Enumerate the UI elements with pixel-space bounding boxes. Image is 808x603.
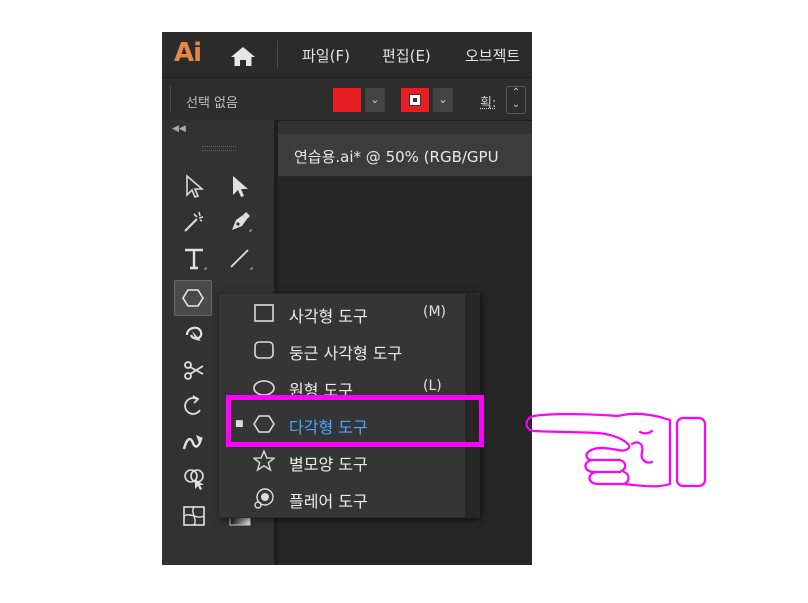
home-icon[interactable] — [228, 44, 258, 68]
type-tool-icon[interactable] — [178, 242, 210, 274]
direct-selection-tool-icon[interactable] — [224, 170, 256, 202]
flyout-item-label: 플레어 도구 — [289, 492, 368, 511]
shaper-tool-icon[interactable] — [178, 318, 210, 350]
collapse-panel-icon[interactable]: ◀◀ — [172, 124, 186, 134]
document-tab-bar: 연습용.ai* @ 50% (RGB/GPU — [278, 134, 532, 177]
menu-edit[interactable]: 편집(E) — [382, 45, 431, 66]
menu-file[interactable]: 파일(F) — [302, 45, 350, 66]
flyout-item-shortcut: (L) — [423, 378, 442, 394]
flyout-item-flare[interactable]: 플레어 도구 — [219, 479, 465, 516]
flyout-item-label: 둥근 사각형 도구 — [289, 344, 403, 363]
stroke-weight-label: 획: — [480, 96, 497, 111]
rotate-tool-icon[interactable] — [178, 390, 210, 422]
selection-status: 선택 없음 — [186, 96, 238, 111]
fill-color-swatch[interactable] — [333, 88, 361, 112]
rounded-rectangle-icon — [253, 339, 275, 361]
panel-grip[interactable] — [202, 146, 236, 151]
flyout-item-label: 별모양 도구 — [289, 455, 368, 474]
highlight-box — [226, 395, 484, 447]
fill-dropdown-chevron-icon[interactable]: ⌄ — [365, 88, 385, 112]
pointing-hand-icon — [522, 404, 714, 496]
flyout-item-rectangle[interactable]: 사각형 도구 (M) — [219, 294, 465, 331]
stroke-dropdown-chevron-icon[interactable]: ⌄ — [433, 88, 453, 112]
warp-tool-icon[interactable] — [178, 426, 210, 458]
selection-tool-icon[interactable] — [178, 170, 210, 202]
flyout-item-label: 사각형 도구 — [289, 307, 368, 326]
magic-wand-tool-icon[interactable] — [178, 206, 210, 238]
flyout-item-star[interactable]: 별모양 도구 — [219, 442, 465, 479]
shape-builder-tool-icon[interactable] — [178, 462, 210, 494]
app-logo: Ai — [174, 38, 202, 68]
pen-tool-icon[interactable] — [224, 206, 256, 238]
menu-divider — [277, 41, 278, 69]
control-bar-grip — [170, 86, 171, 112]
polygon-tool-icon[interactable] — [174, 280, 212, 316]
stroke-weight-stepper[interactable]: ⌃ ⌄ — [506, 86, 526, 114]
document-tab[interactable]: 연습용.ai* @ 50% (RGB/GPU — [294, 146, 499, 167]
flyout-item-rounded-rectangle[interactable]: 둥근 사각형 도구 — [219, 331, 465, 368]
mesh-tool-icon[interactable] — [178, 500, 210, 532]
stroke-color-swatch[interactable] — [401, 88, 429, 112]
flyout-item-shortcut: (M) — [423, 304, 447, 320]
star-icon — [252, 449, 276, 472]
scissors-tool-icon[interactable] — [178, 354, 210, 386]
control-bar: 선택 없음 ⌄ ⌄ 획: ⌃ ⌄ — [162, 77, 532, 121]
flare-icon — [253, 487, 275, 509]
menu-object[interactable]: 오브젝트 — [465, 45, 520, 66]
line-segment-tool-icon[interactable] — [224, 242, 256, 274]
menu-bar: Ai 파일(F) 편집(E) 오브젝트 — [162, 32, 532, 77]
rectangle-icon — [253, 302, 275, 324]
